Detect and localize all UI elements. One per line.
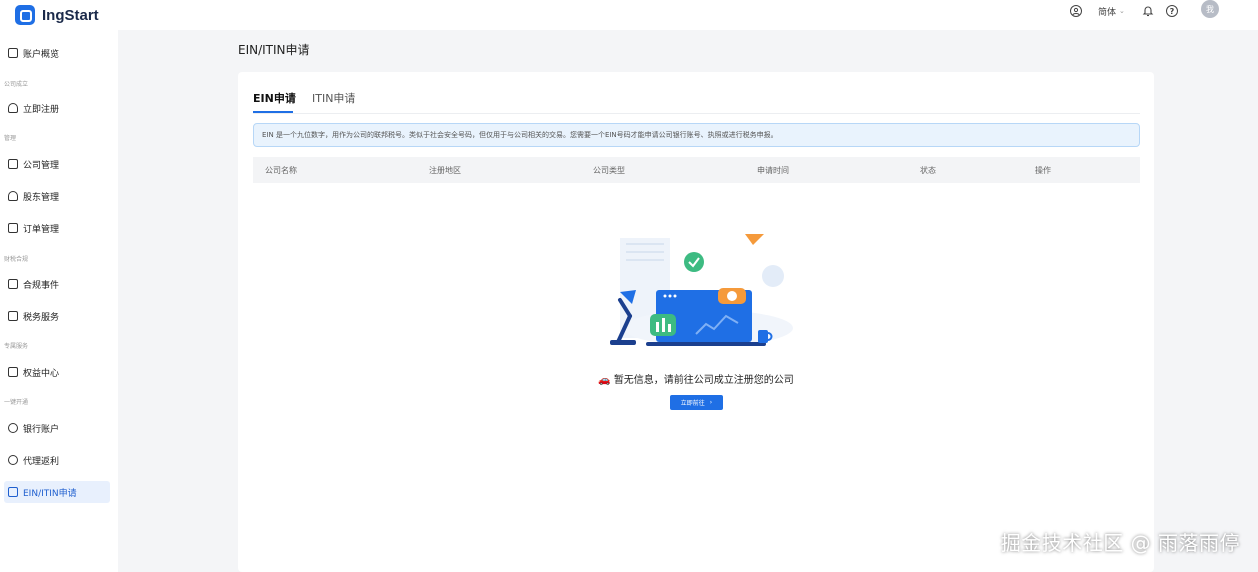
sidebar-item-label: 订单管理 — [23, 224, 60, 235]
watermark: 掘金技术社区 @ 雨落雨停 — [1000, 531, 1240, 555]
grid-icon — [8, 48, 18, 58]
chevron-right-icon: › — [709, 399, 713, 406]
sidebar-item-label: 银行账户 — [23, 424, 60, 435]
sidebar-item-label: 代理返利 — [23, 456, 60, 467]
users-icon — [8, 191, 18, 201]
user-service-icon[interactable] — [1070, 4, 1082, 18]
bell-icon[interactable] — [1142, 4, 1154, 18]
language-label: 简体 — [1098, 7, 1117, 18]
top-bar: IngStart 简体 ⌄ ? 我 — [0, 0, 1258, 30]
sidebar-item-label: 权益中心 — [23, 368, 60, 379]
tax-icon — [8, 311, 18, 321]
sidebar-item-overview[interactable]: 账户概览 — [4, 42, 110, 64]
building-icon — [8, 159, 18, 169]
sidebar: 账户概览 公司成立 立即注册 管理 公司管理 股东管理 订单管理 财税合规 合规… — [0, 30, 118, 572]
bank-icon — [8, 423, 18, 433]
sidebar-item-shareholders[interactable]: 股东管理 — [4, 185, 110, 207]
sidebar-item-register[interactable]: 立即注册 — [4, 97, 110, 119]
sidebar-item-company[interactable]: 公司管理 — [4, 153, 110, 175]
go-register-button[interactable]: 立即前往 › — [670, 395, 723, 410]
info-banner: EIN 是一个九位数字，用作为公司的联邦税号。类似于社会安全号码，但仅用于与公司… — [253, 123, 1140, 147]
badge-icon — [8, 367, 18, 377]
tab-divider — [253, 113, 1140, 114]
sidebar-item-label: EIN/ITIN申请 — [23, 488, 77, 499]
column-header: 公司名称 — [265, 166, 297, 175]
app-name: IngStart — [42, 6, 99, 24]
sidebar-item-label: 账户概览 — [23, 49, 60, 60]
sidebar-item-tax[interactable]: 税务服务 — [4, 305, 110, 327]
sidebar-group-label: 公司成立 — [4, 81, 29, 88]
column-header: 申请时间 — [757, 166, 789, 175]
document-icon — [8, 487, 18, 497]
language-selector[interactable]: 简体 ⌄ — [1098, 4, 1125, 18]
sidebar-item-rebate[interactable]: 代理返利 — [4, 449, 110, 471]
table-header: 公司名称 注册地区 公司类型 申请时间 状态 操作 — [253, 157, 1140, 183]
document-icon — [8, 223, 18, 233]
car-icon: 🚗 — [598, 375, 611, 386]
content-card: EIN申请 ITIN申请 EIN 是一个九位数字，用作为公司的联邦税号。类似于社… — [238, 72, 1154, 572]
active-tab-indicator — [253, 111, 293, 113]
app-logo[interactable]: IngStart — [15, 5, 99, 25]
chevron-down-icon: ⌄ — [1119, 7, 1125, 15]
checklist-icon — [8, 279, 18, 289]
column-header: 操作 — [1035, 166, 1051, 175]
tab-itin[interactable]: ITIN申请 — [312, 90, 355, 106]
tab-ein[interactable]: EIN申请 — [253, 90, 296, 106]
sidebar-item-benefits[interactable]: 权益中心 — [4, 361, 110, 383]
column-header: 公司类型 — [593, 166, 625, 175]
sidebar-item-compliance[interactable]: 合规事件 — [4, 273, 110, 295]
logo-icon — [15, 5, 35, 25]
sidebar-item-label: 立即注册 — [23, 104, 60, 115]
sidebar-item-ein-itin[interactable]: EIN/ITIN申请 — [4, 481, 110, 503]
go-register-label: 立即前往 — [680, 400, 705, 407]
sidebar-group-label: 财税合规 — [4, 256, 29, 263]
rebate-icon — [8, 455, 18, 465]
empty-state-message: 🚗 暂无信息，请前往公司成立注册您的公司 — [238, 371, 1154, 386]
user-avatar[interactable]: 我 — [1201, 0, 1219, 18]
sidebar-item-label: 公司管理 — [23, 160, 60, 171]
sidebar-item-label: 合规事件 — [23, 280, 60, 291]
user-icon — [8, 103, 18, 113]
column-header: 注册地区 — [429, 166, 461, 175]
sidebar-group-label: 专属服务 — [4, 343, 29, 350]
help-icon[interactable]: ? — [1166, 4, 1178, 18]
sidebar-item-orders[interactable]: 订单管理 — [4, 217, 110, 239]
sidebar-group-label: 管理 — [4, 135, 17, 142]
sidebar-item-bank[interactable]: 银行账户 — [4, 417, 110, 439]
empty-state-text: 暂无信息，请前往公司成立注册您的公司 — [613, 375, 794, 386]
empty-state-illustration — [610, 234, 793, 346]
page-title: EIN/ITIN申请 — [238, 43, 310, 57]
sidebar-item-label: 税务服务 — [23, 312, 60, 323]
sidebar-group-label: 一键开通 — [4, 399, 29, 406]
column-header: 状态 — [920, 166, 936, 175]
sidebar-item-label: 股东管理 — [23, 192, 60, 203]
